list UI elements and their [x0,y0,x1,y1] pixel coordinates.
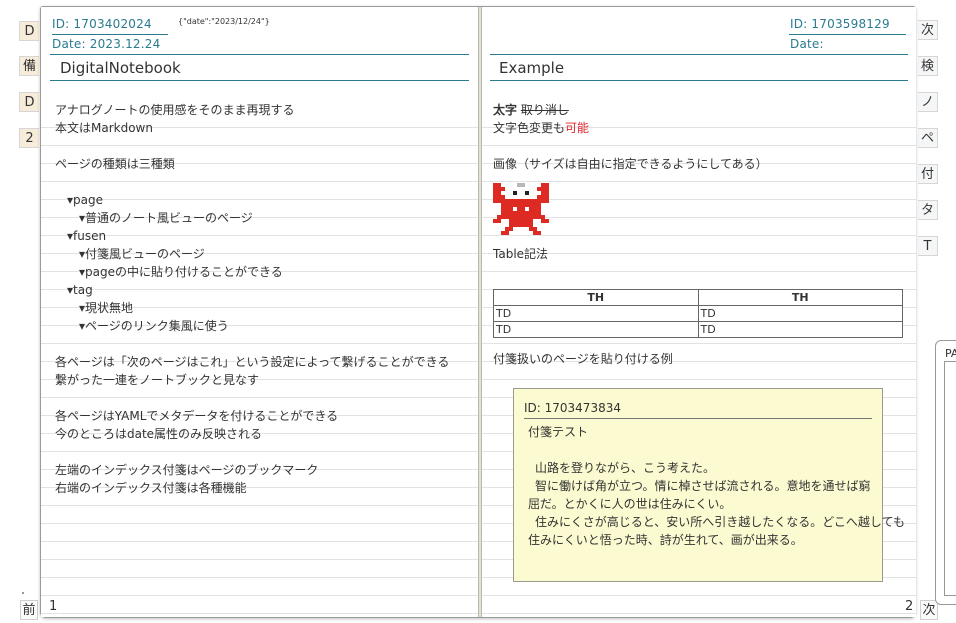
function-tab-search[interactable]: 検 [918,56,938,76]
tree-item-page[interactable]: ▾page [67,191,103,209]
fusen-text-line: 屈だ。とかくに人の世は住みにくい。 [528,497,732,511]
table-header-cell: TH [493,289,699,306]
notebook: ID: 1703402024 {"date":"2023/12/24"} Dat… [40,6,916,618]
strikethrough-text: 取り消し [520,103,569,117]
example-table: TH TH TD TD TD TD [493,289,903,338]
tree-item-tag[interactable]: ▾tag [67,281,93,299]
bookmark-tab-4[interactable]: 2 [19,128,39,148]
color-example-line: 文字色変更も可能 [493,119,589,137]
page-number: 1 [49,599,58,614]
bookmark-tab-1[interactable]: D [19,21,39,41]
function-tab-tag[interactable]: タ [918,200,938,220]
table-cell: TD [493,305,699,322]
table-header-row: TH TH [493,289,903,306]
left-page[interactable]: ID: 1703402024 {"date":"2023/12/24"} Dat… [41,7,478,617]
page-id: ID: 1703598129 [790,17,890,31]
title-top-rule [50,54,469,55]
format-example-line: 太字 取り消し [493,101,569,119]
table-row: TD TD [493,321,903,338]
table-caption: Table記法 [493,247,549,261]
title-bottom-rule [50,80,469,81]
next-page-button[interactable]: 次 [920,600,938,620]
text-line: 今のところはdate属性のみ反映される [55,427,263,441]
fusen-caption: 付箋扱いのページを貼り付ける例 [493,352,673,366]
tree-item-fusen[interactable]: ▾fusen [67,227,106,245]
tree-item[interactable]: ▾現状無地 [79,299,133,317]
function-tab-next[interactable]: 次 [918,20,938,40]
text-line: 左端のインデックス付箋はページのブックマーク [55,463,319,477]
fusen-id: ID: 1703473834 [524,401,621,415]
text-line: アナログノートの使用感をそのまま再現する [55,103,295,117]
fusen-text-line: 智に働けば角が立つ。情に棹させば流される。意地を通せば窮 [535,479,871,493]
decorative-dot [22,592,24,594]
text-line: 各ページはYAMLでメタデータを付けることができる [55,409,339,423]
tree-item[interactable]: ▾pageの中に貼り付けることができる [79,263,283,281]
prev-page-button[interactable]: 前 [20,600,38,620]
embedded-fusen[interactable]: ID: 1703473834 付箋テスト 山路を登りながら、こう考えた。 智に働… [513,388,905,582]
yaml-metadata: {"date":"2023/12/24"} [178,17,270,26]
text-line: 繋がった一連をノートブックと見なす [55,373,260,387]
page-title: DigitalNotebook [60,59,181,77]
table-cell: TD [697,305,903,322]
title-top-rule [490,54,908,55]
page-number: 2 [905,599,914,614]
table-cell: TD [697,321,903,338]
fusen-text-line: 山路を登りながら、こう考えた。 [535,461,716,475]
crab-image [493,183,549,235]
fusen-id-rule [524,418,872,419]
fusen-text-line: 住みにくいと悟った時、詩が生れて、画が出来る。 [528,533,803,547]
tree-item[interactable]: ▾ページのリンク集風に使う [79,317,229,335]
text-line: 右端のインデックス付箋は各種機能 [55,481,247,495]
bookmark-tab-3[interactable]: D [19,92,39,112]
bold-text: 太字 [493,103,518,117]
image-caption: 画像（サイズは自由に指定できるようにしてある） [493,157,768,171]
fusen-text-line: 住みにくさが高じると、安い所へ引き越したくなる。どこへ越しても [535,515,905,529]
page-title: Example [499,59,565,77]
page-id: ID: 1703402024 [52,17,152,31]
text-line: ページの種類は三種類 [55,157,175,171]
table-header-cell: TH [697,289,903,306]
page-id-underline [789,34,906,35]
fusen-title: 付箋テスト [528,425,589,439]
title-bottom-rule [490,80,908,81]
function-tab-page[interactable]: ペ [918,128,938,148]
text-line: 本文はMarkdown [55,121,153,135]
tree-item[interactable]: ▾普通のノート風ビューのページ [79,209,253,227]
tree-item[interactable]: ▾付箋風ビューのページ [79,245,205,263]
function-tab-t[interactable]: T [918,236,938,256]
color-prefix: 文字色変更も [493,121,566,135]
bookmark-tab-2[interactable]: 備 [19,56,39,76]
page-date: Date: [790,37,824,51]
function-tab-notebook[interactable]: ノ [918,92,938,112]
side-panel-label: PA [945,347,956,360]
page-date: Date: 2023.12.24 [52,37,161,51]
table-cell: TD [493,321,699,338]
side-panel[interactable]: PA [935,340,956,605]
page-id-underline [52,34,168,35]
side-panel-content [944,361,956,596]
red-text: 可能 [565,121,590,135]
table-row: TD TD [493,305,903,322]
text-line: 各ページは「次のページはこれ」という設定によって繋げることができる [55,355,450,369]
function-tab-fusen[interactable]: 付 [918,164,938,184]
